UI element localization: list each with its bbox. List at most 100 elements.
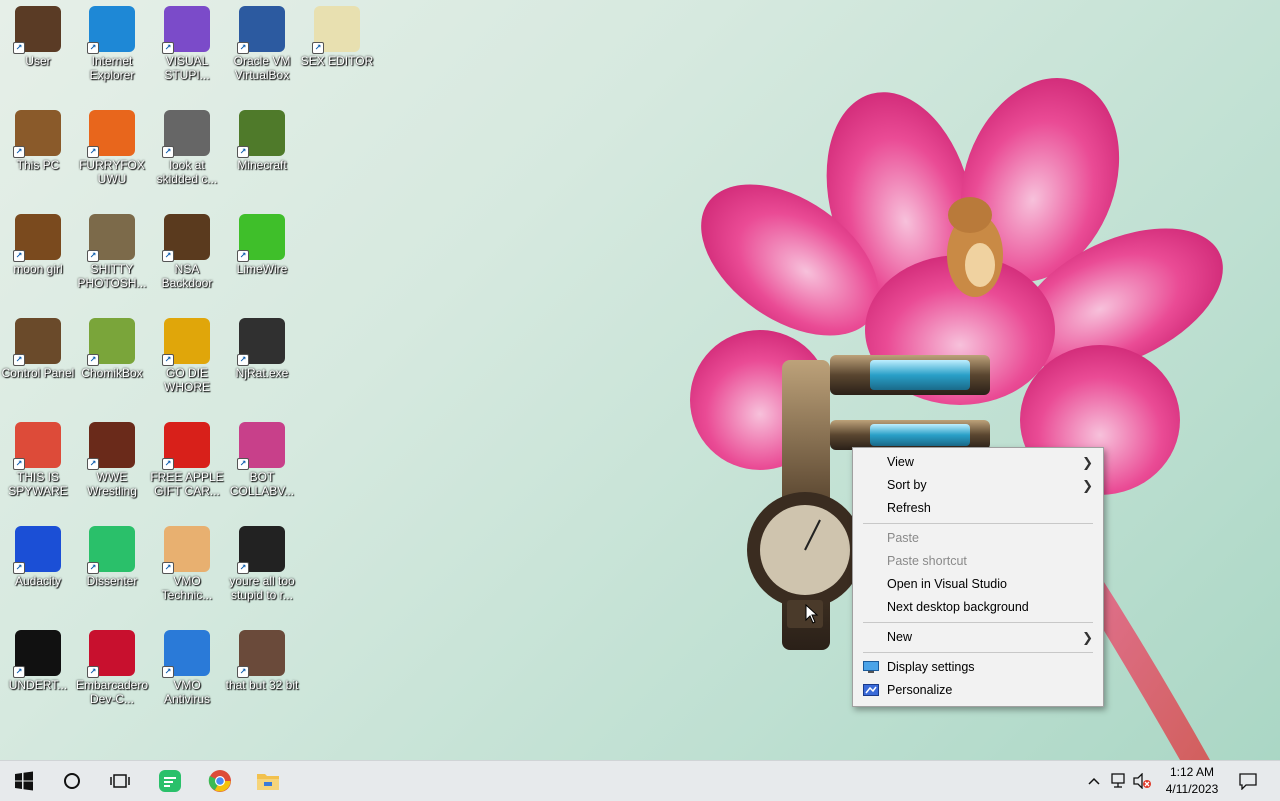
- shortcut-arrow-icon: ↗: [237, 146, 249, 158]
- desktop-icon-limewire[interactable]: ↗ LimeWire: [224, 208, 300, 276]
- portrait-lady-icon: ↗: [237, 630, 285, 678]
- de-icon: ↗: [162, 318, 210, 366]
- start-button[interactable]: [0, 761, 48, 801]
- desktop-icon-portrait-lady[interactable]: ↗ that but 32 bit: [224, 624, 300, 692]
- desktop-icon-label: WWE Wrestling: [87, 470, 137, 498]
- desktop-icon-visual-studio[interactable]: ↗ VISUAL STUPI...: [149, 0, 225, 82]
- menu-item-label: Paste: [887, 531, 919, 545]
- shortcut-arrow-icon: ↗: [237, 42, 249, 54]
- menu-item-view[interactable]: View ❯: [853, 451, 1103, 474]
- menu-item-paste[interactable]: Paste: [853, 527, 1103, 550]
- desktop-icon-audacity[interactable]: ↗ Audacity: [0, 520, 76, 588]
- hxd-icon: ↗: [312, 6, 360, 54]
- desktop-icon-label: User: [25, 54, 51, 68]
- oven-icon: ↗: [87, 422, 135, 470]
- shortcut-arrow-icon: ↗: [162, 42, 174, 54]
- clock-time: 1:12 AM: [1169, 765, 1215, 779]
- desktop-icon-hxd[interactable]: ↗ SEX EDITOR: [299, 0, 375, 68]
- shortcut-arrow-icon: ↗: [87, 562, 99, 574]
- desktop-icon-skull[interactable]: ↗ NjRat.exe: [224, 312, 300, 380]
- desktop-icon-chat[interactable]: ↗ Dissenter: [74, 520, 150, 588]
- menu-item-paste-shortcut[interactable]: Paste shortcut: [853, 550, 1103, 573]
- taskbar-clock[interactable]: 1:12 AM 4/11/2023: [1152, 764, 1232, 798]
- desktop-icon-label: Minecraft: [237, 158, 287, 172]
- shortcut-arrow-icon: ↗: [87, 458, 99, 470]
- shortcut-arrow-icon: ↗: [162, 458, 174, 470]
- desktop-icon-stacked-windows[interactable]: ↗ look at skidded c...: [149, 104, 225, 186]
- desktop-icon-label: LimeWire: [236, 262, 288, 276]
- desktop-icon-label: Dissenter: [86, 574, 138, 588]
- desktop-icon-label: look at skidded c...: [156, 158, 218, 186]
- menu-item-sort-by[interactable]: Sort by ❯: [853, 474, 1103, 497]
- menu-item-new[interactable]: New ❯: [853, 626, 1103, 649]
- desktop-icon-virtualbox[interactable]: ↗ Oracle VM VirtualBox: [224, 0, 300, 82]
- desktop-icon-chomikbox[interactable]: ↗ ChomikBox: [74, 312, 150, 380]
- desktop-icon-label: Internet Explorer: [89, 54, 135, 82]
- shortcut-arrow-icon: ↗: [13, 250, 25, 262]
- desktop-icon-user-folder[interactable]: ↗ User: [0, 0, 76, 68]
- shortcut-arrow-icon: ↗: [13, 458, 25, 470]
- desktop-icon-label: Audacity: [14, 574, 62, 588]
- volume-muted-icon: [1133, 773, 1151, 789]
- desktop-icon-label: Embarcadero Dev-C...: [75, 678, 149, 706]
- desktop-icon-de[interactable]: ↗ GO DIE WHORE: [149, 312, 225, 394]
- shortcut-arrow-icon: ↗: [87, 250, 99, 262]
- desktop-icon-steampunk-pc[interactable]: ↗ This PC: [0, 104, 76, 172]
- menu-item-label: Open in Visual Studio: [887, 577, 1007, 591]
- shield-icon: ↗: [162, 630, 210, 678]
- chomikbox-icon: ↗: [87, 318, 135, 366]
- taskbar-pin-dissenter[interactable]: [146, 761, 194, 801]
- shortcut-arrow-icon: ↗: [162, 250, 174, 262]
- desktop-icon-apple[interactable]: ↗ FREE APPLE GIFT CAR...: [149, 416, 225, 498]
- chevron-right-icon: ❯: [1082, 630, 1093, 645]
- show-hidden-icons-button[interactable]: [1084, 771, 1104, 791]
- menu-item-personalize[interactable]: Personalize: [853, 679, 1103, 702]
- desktop-icon-minecraft[interactable]: ↗ Minecraft: [224, 104, 300, 172]
- shortcut-arrow-icon: ↗: [13, 562, 25, 574]
- desktop-icon-oven[interactable]: ↗ WWE Wrestling: [74, 416, 150, 498]
- task-view-button[interactable]: [96, 761, 144, 801]
- virtualbox-icon: ↗: [237, 6, 285, 54]
- desktop-icon-label: GO DIE WHORE: [164, 366, 210, 394]
- chat-icon: [159, 770, 181, 792]
- desktop-icon-label: that but 32 bit: [225, 678, 299, 692]
- user-folder-icon: ↗: [13, 6, 61, 54]
- chevron-up-icon: [1088, 777, 1100, 785]
- desktop-icon-edge[interactable]: ↗ Internet Explorer: [74, 0, 150, 82]
- taskbar-pin-chrome[interactable]: [196, 761, 244, 801]
- menu-item-display-settings[interactable]: Display settings: [853, 656, 1103, 679]
- desktop-icon-chrome[interactable]: ↗ THIS IS SPYWARE: [0, 416, 76, 498]
- network-tray-button[interactable]: [1107, 771, 1129, 791]
- desktop-icon-unity[interactable]: ↗ UNDERT...: [0, 624, 76, 692]
- desktop-icon-monitor[interactable]: ↗ BOT COLLABV...: [224, 416, 300, 498]
- desktop-icon-gimp[interactable]: ↗ SHITTY PHOTOSH...: [74, 208, 150, 290]
- menu-item-open-in-visual-studio[interactable]: Open in Visual Studio: [853, 573, 1103, 596]
- desktop-icon-devcpp[interactable]: ↗ Embarcadero Dev-C...: [74, 624, 150, 706]
- desktop-icon-lamp[interactable]: ↗ Control Panel: [0, 312, 76, 380]
- desktop-icon-shield[interactable]: ↗ VMO Antivirus: [149, 624, 225, 706]
- desktop-icon-label: SHITTY PHOTOSH...: [77, 262, 147, 290]
- menu-item-next-desktop-background[interactable]: Next desktop background: [853, 596, 1103, 619]
- menu-item-label: Sort by: [887, 478, 927, 492]
- stacked-windows-icon: ↗: [162, 110, 210, 158]
- menu-separator: [863, 622, 1093, 623]
- monitor-icon: ↗: [237, 422, 285, 470]
- desktop-icon-framed-gear[interactable]: ↗ NSA Backdoor: [149, 208, 225, 290]
- volume-tray-button[interactable]: [1131, 771, 1153, 791]
- desktop-icon-firefox[interactable]: ↗ FURRYFOX UWU: [74, 104, 150, 186]
- desktop-icon-label: FREE APPLE GIFT CAR...: [150, 470, 224, 498]
- desktop-icon-wooden-box[interactable]: ↗ moon girl: [0, 208, 76, 276]
- desktop-icon-label: THIS IS SPYWARE: [8, 470, 68, 498]
- steampunk-pc-icon: ↗: [13, 110, 61, 158]
- desktop-icon-portrait[interactable]: ↗ youre all too stupid to r...: [224, 520, 300, 602]
- desktop-icon-doctor[interactable]: ↗ VMO Technic...: [149, 520, 225, 602]
- action-center-button[interactable]: [1236, 771, 1260, 791]
- shortcut-arrow-icon: ↗: [162, 354, 174, 366]
- search-button[interactable]: [48, 761, 96, 801]
- taskbar-pin-file-explorer[interactable]: [244, 761, 292, 801]
- desktop-icon-label: ChomikBox: [81, 366, 143, 380]
- menu-item-refresh[interactable]: Refresh: [853, 497, 1103, 520]
- clock-date: 4/11/2023: [1165, 782, 1219, 796]
- menu-separator: [863, 652, 1093, 653]
- shortcut-arrow-icon: ↗: [162, 666, 174, 678]
